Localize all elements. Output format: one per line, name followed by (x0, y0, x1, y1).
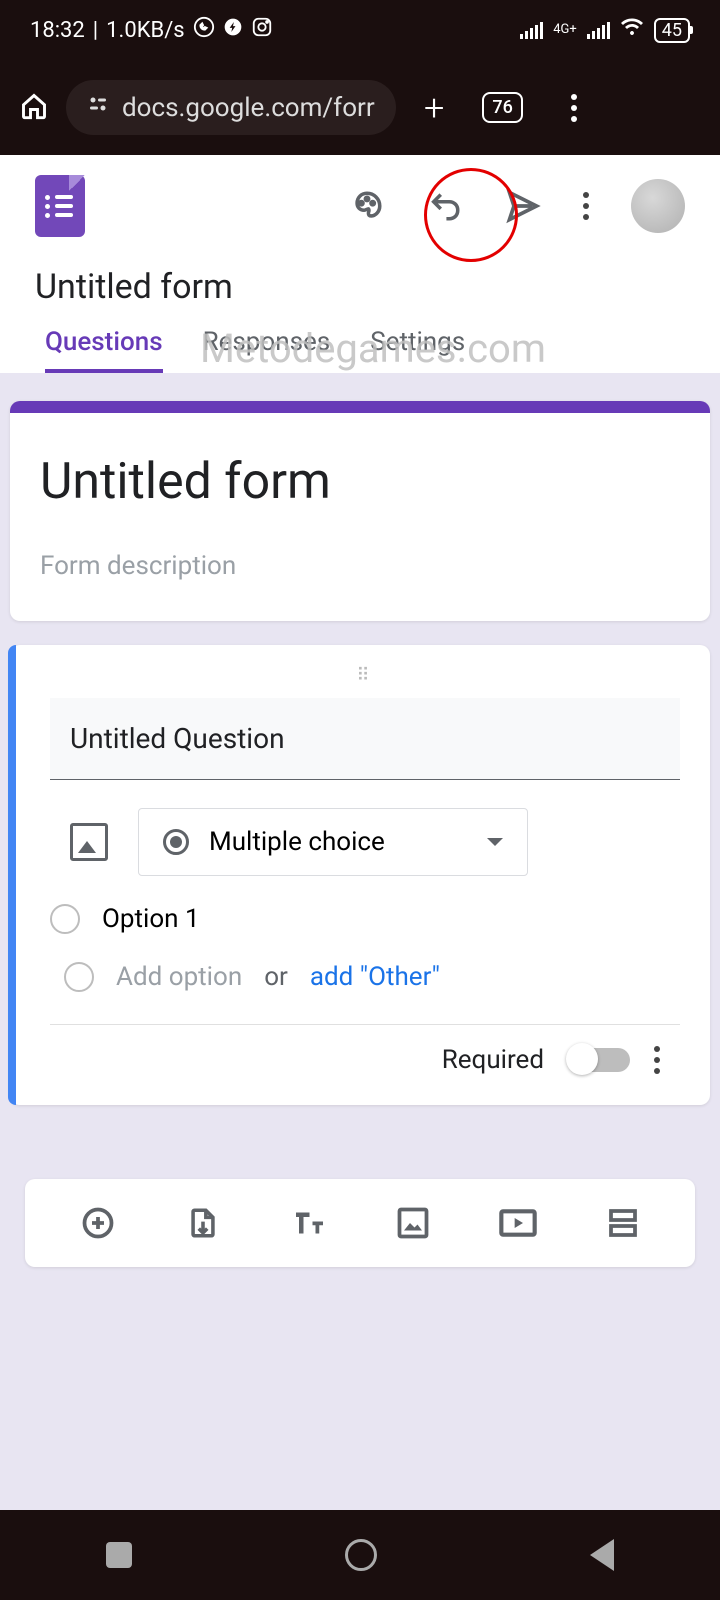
url-bar[interactable]: docs.google.com/forr (66, 80, 396, 135)
divider (50, 1024, 680, 1025)
signal-icon-2 (587, 21, 610, 39)
back-button[interactable] (590, 1539, 614, 1571)
browser-bar: docs.google.com/forr + 76 (0, 60, 720, 155)
forms-logo-icon[interactable] (35, 175, 85, 237)
tabs: Questions Responses Settings (35, 327, 685, 373)
send-icon[interactable] (505, 188, 541, 224)
radio-icon (163, 829, 189, 855)
undo-icon[interactable] (427, 188, 463, 224)
question-title-input[interactable]: Untitled Question (50, 698, 680, 780)
tab-responses[interactable]: Responses (203, 327, 331, 373)
recent-apps-button[interactable] (106, 1542, 132, 1568)
avatar[interactable] (631, 179, 685, 233)
form-title[interactable]: Untitled form (40, 453, 680, 511)
question-type-label: Multiple choice (209, 827, 385, 857)
instagram-icon (251, 16, 273, 44)
wifi-icon (620, 17, 644, 43)
form-name[interactable]: Untitled form (35, 267, 685, 307)
tab-settings[interactable]: Settings (370, 327, 465, 373)
charge-icon (223, 17, 243, 43)
form-description[interactable]: Form description (40, 551, 680, 581)
add-option-row: Add option or add "Other" (64, 962, 680, 992)
drag-handle-icon[interactable]: ⠿ (50, 665, 680, 686)
browser-menu-icon[interactable] (571, 94, 577, 122)
question-type-select[interactable]: Multiple choice (138, 808, 528, 876)
status-time: 18:32 (30, 18, 85, 43)
add-option-button[interactable]: Add option (116, 962, 242, 992)
status-speed: 1.0KB/s (106, 18, 184, 43)
add-other-button[interactable]: add "Other" (310, 962, 440, 992)
home-button[interactable] (345, 1539, 377, 1571)
question-card: ⠿ Untitled Question Multiple choice Opti… (10, 645, 710, 1105)
add-question-icon[interactable] (78, 1203, 118, 1243)
add-video-icon[interactable] (498, 1203, 538, 1243)
add-title-icon[interactable] (288, 1203, 328, 1243)
option-row[interactable]: Option 1 (50, 904, 680, 934)
home-icon[interactable] (20, 92, 48, 124)
required-toggle[interactable] (568, 1048, 630, 1072)
theme-icon[interactable] (349, 188, 385, 224)
option-radio-icon (64, 962, 94, 992)
signal-icon (520, 21, 543, 39)
tab-count[interactable]: 76 (482, 92, 522, 123)
add-section-icon[interactable] (603, 1203, 643, 1243)
status-bar: 18:32 | 1.0KB/s 4G+ 45 (0, 0, 720, 60)
site-settings-icon[interactable] (86, 92, 110, 123)
add-image-tool-icon[interactable] (393, 1203, 433, 1243)
option-label[interactable]: Option 1 (102, 904, 200, 934)
tab-questions[interactable]: Questions (45, 327, 163, 373)
new-tab-icon[interactable]: + (424, 87, 444, 129)
question-more-icon[interactable] (654, 1046, 660, 1074)
android-nav-bar (0, 1510, 720, 1600)
bottom-toolbar (25, 1179, 695, 1267)
form-title-card: Untitled form Form description (10, 401, 710, 621)
url-text: docs.google.com/forr (122, 93, 375, 123)
more-icon[interactable] (583, 192, 589, 220)
battery-indicator: 45 (654, 18, 690, 43)
app-header: Untitled form Questions Responses Settin… (0, 155, 720, 373)
required-label: Required (442, 1045, 544, 1075)
net-label: 4G+ (553, 24, 577, 36)
whatsapp-icon (193, 16, 215, 44)
chevron-down-icon (487, 838, 503, 846)
import-questions-icon[interactable] (183, 1203, 223, 1243)
add-image-icon[interactable] (70, 823, 108, 861)
or-text: or (264, 962, 288, 992)
option-radio-icon (50, 904, 80, 934)
